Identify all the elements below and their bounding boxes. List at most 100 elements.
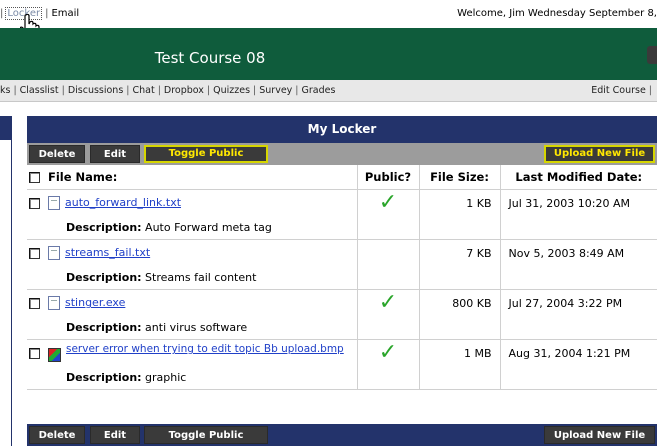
file-name-cell: server error when trying to edit topic B… — [44, 339, 357, 367]
select-all-checkbox[interactable] — [29, 171, 40, 183]
text-file-icon — [48, 246, 60, 261]
column-header-modified[interactable]: Last Modified Date: — [499, 165, 657, 190]
empty-cell — [356, 267, 419, 290]
separator: | — [61, 85, 65, 96]
modified-date: Aug 31, 2004 1:21 PM — [499, 339, 657, 367]
empty-cell — [27, 367, 44, 390]
modified-date: Jul 31, 2003 10:20 AM — [499, 189, 657, 217]
toggle-public-button-bottom[interactable]: Toggle Public — [144, 426, 268, 444]
check-icon: ✓ — [378, 190, 398, 216]
nav-item-quizzes[interactable]: Quizzes — [213, 85, 250, 96]
file-link[interactable]: streams_fail.txt — [65, 246, 150, 259]
nav-item-classlist[interactable]: Classlist — [20, 85, 59, 96]
column-header-public[interactable]: Public? — [356, 165, 419, 190]
public-cell: ✓ — [356, 289, 419, 317]
text-file-icon — [48, 296, 60, 311]
modified-date: Jul 27, 2004 3:22 PM — [499, 289, 657, 317]
file-table: File Name: Public? File Size: Last Modif… — [27, 165, 657, 390]
column-header-file-name[interactable]: File Name: — [44, 165, 357, 190]
description-label: Description: — [66, 371, 142, 385]
top-toolbar: Delete Edit Toggle Public Upload New Fil… — [27, 143, 657, 165]
description-cell: Description: anti virus software — [44, 317, 357, 340]
table-row: streams_fail.txt 7 KB Nov 5, 2003 8:49 A… — [27, 239, 657, 267]
banner-corner-graphic — [647, 46, 657, 64]
file-link[interactable]: auto_forward_link.txt — [65, 196, 181, 209]
description-text: graphic — [145, 371, 187, 385]
delete-button[interactable]: Delete — [29, 145, 85, 163]
check-icon: ✓ — [378, 290, 398, 316]
my-locker-panel: My Locker Delete Edit Toggle Public Uplo… — [27, 116, 657, 446]
nav-item-discussions[interactable]: Discussions — [68, 85, 123, 96]
row-checkbox-cell — [27, 189, 44, 217]
edit-course-link[interactable]: Edit Course — [591, 85, 646, 96]
file-size: 7 KB — [418, 239, 500, 267]
table-row-description: Description: graphic — [27, 367, 657, 390]
bottom-toolbar: Delete Edit Toggle Public Upload New Fil… — [27, 424, 657, 446]
file-size: 1 MB — [418, 339, 500, 367]
select-all-cell — [27, 165, 44, 190]
nav-item-survey[interactable]: Survey — [259, 85, 292, 96]
sidebar-border — [11, 140, 12, 446]
empty-cell — [418, 317, 500, 340]
course-nav-links: ks | Classlist | Discussions | Chat | Dropbox | Qu… — [0, 80, 335, 102]
description-label: Description: — [66, 271, 142, 285]
table-row-description: Description: anti virus software — [27, 317, 657, 340]
delete-button-bottom[interactable]: Delete — [29, 426, 85, 444]
description-cell: Description: graphic — [44, 367, 357, 390]
panel-title: My Locker — [27, 116, 657, 143]
row-checkbox[interactable] — [29, 248, 40, 260]
empty-cell — [356, 217, 419, 240]
edit-button[interactable]: Edit — [90, 145, 140, 163]
table-header-row: File Name: Public? File Size: Last Modif… — [27, 165, 657, 190]
toggle-public-button[interactable]: Toggle Public — [144, 145, 268, 163]
edit-button-bottom[interactable]: Edit — [90, 426, 140, 444]
course-title: Test Course 08 — [154, 49, 266, 67]
row-checkbox-cell — [27, 239, 44, 267]
table-row-description: Description: Auto Forward meta tag — [27, 217, 657, 240]
table-row-description: Description: Streams fail content — [27, 267, 657, 290]
row-checkbox[interactable] — [29, 198, 40, 210]
edit-course-area: Edit Course | — [591, 80, 655, 102]
file-name-cell: auto_forward_link.txt — [44, 189, 357, 217]
empty-cell — [356, 317, 419, 340]
bitmap-file-icon — [48, 348, 61, 363]
upload-new-file-button-bottom[interactable]: Upload New File — [544, 426, 655, 444]
empty-cell — [499, 217, 657, 240]
description-cell: Description: Streams fail content — [44, 267, 357, 290]
public-cell: ✓ — [356, 339, 419, 367]
row-checkbox-cell — [27, 339, 44, 367]
nav-item-dropbox[interactable]: Dropbox — [164, 85, 204, 96]
empty-cell — [418, 367, 500, 390]
nav-item-chat[interactable]: Chat — [133, 85, 155, 96]
column-header-file-size[interactable]: File Size: — [418, 165, 500, 190]
empty-cell — [356, 367, 419, 390]
check-icon: ✓ — [378, 340, 398, 366]
nav-item-links[interactable]: ks — [0, 85, 10, 96]
upload-new-file-button[interactable]: Upload New File — [544, 145, 655, 163]
separator: | — [648, 85, 652, 96]
separator: | — [253, 85, 257, 96]
separator: | — [206, 85, 211, 96]
separator: | — [157, 85, 161, 96]
description-text: Auto Forward meta tag — [145, 221, 272, 235]
text-file-icon — [48, 196, 60, 211]
public-cell — [356, 239, 419, 267]
empty-cell — [27, 217, 44, 240]
email-link[interactable]: Email — [51, 8, 79, 19]
description-text: Streams fail content — [145, 271, 257, 285]
nav-item-grades[interactable]: Grades — [302, 85, 336, 96]
empty-cell — [499, 367, 657, 390]
table-row: stinger.exe ✓ 800 KB Jul 27, 2004 3:22 P… — [27, 289, 657, 317]
row-checkbox[interactable] — [29, 348, 40, 360]
table-row: server error when trying to edit topic B… — [27, 339, 657, 367]
file-link[interactable]: stinger.exe — [65, 296, 125, 309]
empty-cell — [27, 317, 44, 340]
file-link[interactable]: server error when trying to edit topic B… — [66, 344, 353, 355]
empty-cell — [499, 267, 657, 290]
public-cell: ✓ — [356, 189, 419, 217]
row-checkbox[interactable] — [29, 298, 40, 310]
separator: | — [295, 85, 299, 96]
file-size: 800 KB — [418, 289, 500, 317]
empty-cell — [499, 317, 657, 340]
description-label: Description: — [66, 321, 142, 335]
